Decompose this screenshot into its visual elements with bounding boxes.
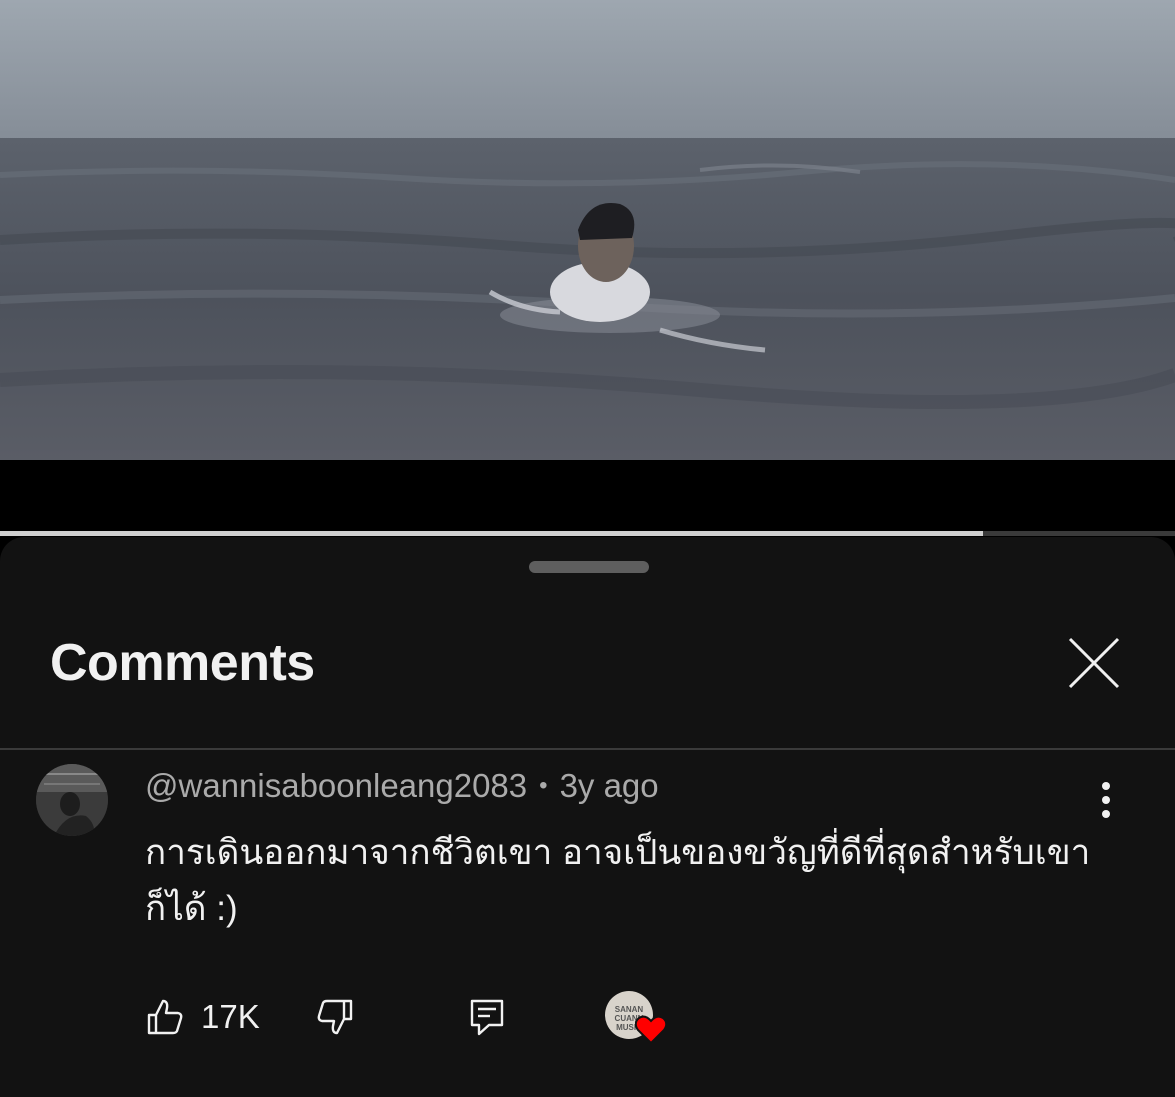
thumb-down-icon — [317, 999, 353, 1035]
thumb-up-icon — [147, 999, 183, 1035]
close-icon — [1068, 637, 1120, 689]
video-player[interactable] — [0, 0, 1175, 460]
like-count: 17K — [201, 998, 260, 1035]
avatar-image — [36, 764, 108, 836]
close-button[interactable] — [1062, 631, 1126, 695]
comment-more-button[interactable] — [1088, 780, 1124, 824]
video-frame — [0, 0, 1175, 460]
comment-author[interactable]: @wannisaboonleang2083 — [145, 767, 527, 804]
dislike-button[interactable] — [315, 997, 355, 1037]
comment-actions: 17K SANAN CUANN MUSIC — [0, 987, 1175, 1047]
video-letterbox — [0, 460, 1175, 532]
comments-sheet: Comments @wannisaboonleang2083 • 3y ago กา… — [0, 537, 1175, 1097]
header-divider — [0, 748, 1175, 750]
reply-comment-icon — [470, 999, 504, 1036]
more-vertical-icon — [1102, 782, 1110, 818]
video-progress-bar[interactable] — [0, 531, 1175, 536]
comment-meta: @wannisaboonleang2083 • 3y ago — [145, 767, 659, 805]
video-progress-fill — [0, 531, 984, 536]
reply-button[interactable] — [467, 997, 507, 1037]
sheet-title: Comments — [50, 634, 315, 692]
commenter-avatar[interactable] — [36, 764, 108, 836]
creator-heart-badge: SANAN CUANN MUSIC — [605, 991, 669, 1047]
sheet-drag-handle[interactable] — [529, 561, 649, 573]
comment-time: 3y ago — [559, 767, 659, 804]
comment-text: การเดินออกมาจากชีวิตเขา อาจเป็นของขวัญที… — [145, 833, 1091, 928]
meta-separator: • — [539, 772, 548, 799]
creator-heart-icon — [635, 1015, 667, 1045]
like-button[interactable]: 17K — [145, 997, 260, 1037]
